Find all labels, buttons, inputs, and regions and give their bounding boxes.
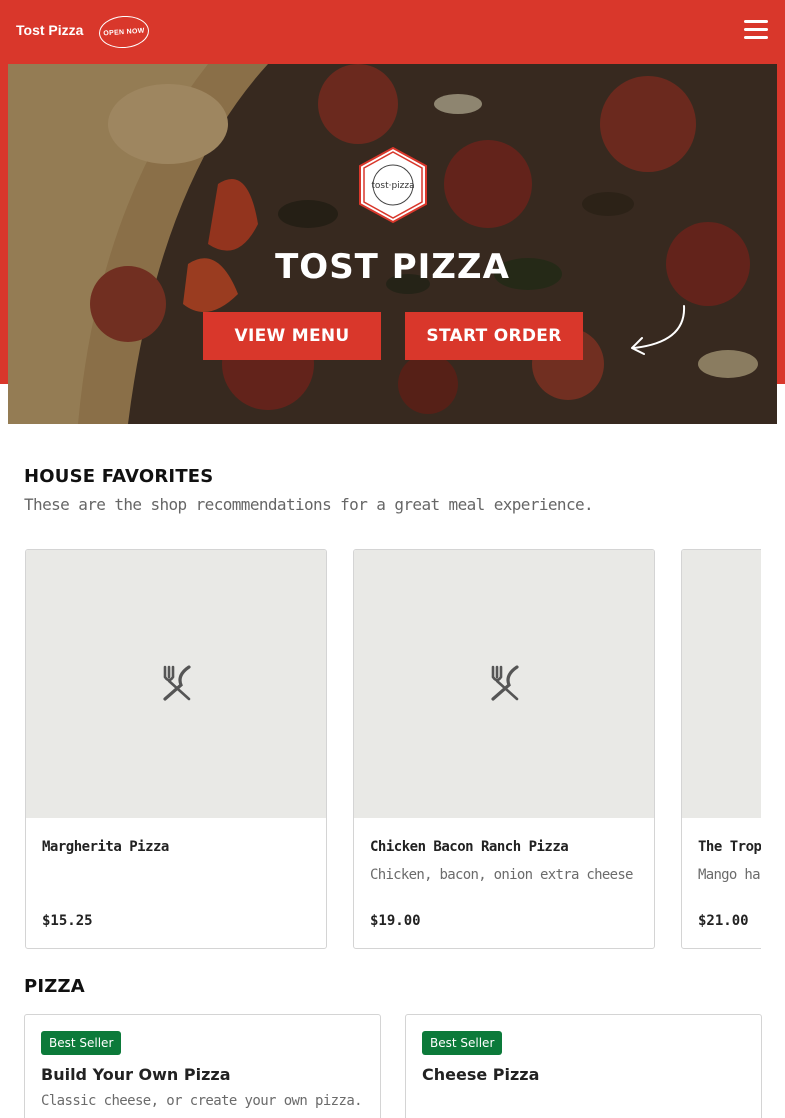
view-menu-button[interactable]: VIEW MENU <box>203 312 381 360</box>
house-favorites-subtitle: These are the shop recommendations for a… <box>24 495 594 514</box>
item-name: Build Your Own Pizza <box>41 1065 231 1084</box>
item-price: $15.25 <box>42 913 93 929</box>
item-image-placeholder <box>354 550 654 818</box>
fork-knife-icon <box>163 665 191 701</box>
item-description: Classic cheese, or create your own pizza… <box>41 1093 363 1109</box>
pizza-card-build-your-own[interactable]: Best Seller Build Your Own Pizza Classic… <box>24 1014 381 1118</box>
item-price: $19.00 <box>370 913 421 929</box>
favorite-card-tropic[interactable]: The Tropic Mango ha onion, pep $21.00 <box>681 549 761 949</box>
fork-knife-icon <box>491 665 519 701</box>
favorite-card-margherita[interactable]: Margherita Pizza $15.25 <box>25 549 327 949</box>
curved-arrow-icon <box>631 305 686 355</box>
best-seller-badge: Best Seller <box>41 1031 122 1055</box>
top-nav-bar: Tost Pizza OPEN NOW <box>0 0 785 64</box>
house-favorites-title: HOUSE FAVORITES <box>24 466 214 487</box>
hero-overlay <box>8 64 777 424</box>
hamburger-menu-icon[interactable] <box>742 20 770 46</box>
house-favorites-carousel[interactable]: Margherita Pizza $15.25 Chicken Bacon Ra… <box>24 548 761 950</box>
item-name: Chicken Bacon Ranch Pizza <box>370 839 569 855</box>
pizza-card-cheese[interactable]: Best Seller Cheese Pizza <box>405 1014 762 1118</box>
hero-banner: tost·pizza TOST PIZZA VIEW MENU START OR… <box>8 64 777 424</box>
item-image-placeholder <box>682 550 761 818</box>
item-description: Mango ha onion, pep <box>698 867 761 883</box>
item-image-placeholder <box>26 550 326 818</box>
tost-pizza-logo[interactable]: tost·pizza <box>354 146 432 224</box>
item-name: The Tropic <box>698 839 761 855</box>
favorite-card-chicken-bacon-ranch[interactable]: Chicken Bacon Ranch Pizza Chicken, bacon… <box>353 549 655 949</box>
start-order-button[interactable]: START ORDER <box>405 312 583 360</box>
brand-name[interactable]: Tost Pizza <box>16 22 83 38</box>
pizza-section-title: PIZZA <box>24 976 85 997</box>
best-seller-badge: Best Seller <box>422 1031 503 1055</box>
open-now-badge: OPEN NOW <box>97 14 151 50</box>
item-name: Cheese Pizza <box>422 1065 540 1084</box>
hero-title: TOST PIZZA <box>275 247 510 287</box>
item-price: $21.00 <box>698 913 749 929</box>
item-description: Chicken, bacon, onion extra cheese <box>370 867 633 883</box>
logo-text: tost·pizza <box>371 181 414 191</box>
item-name: Margherita Pizza <box>42 839 169 855</box>
